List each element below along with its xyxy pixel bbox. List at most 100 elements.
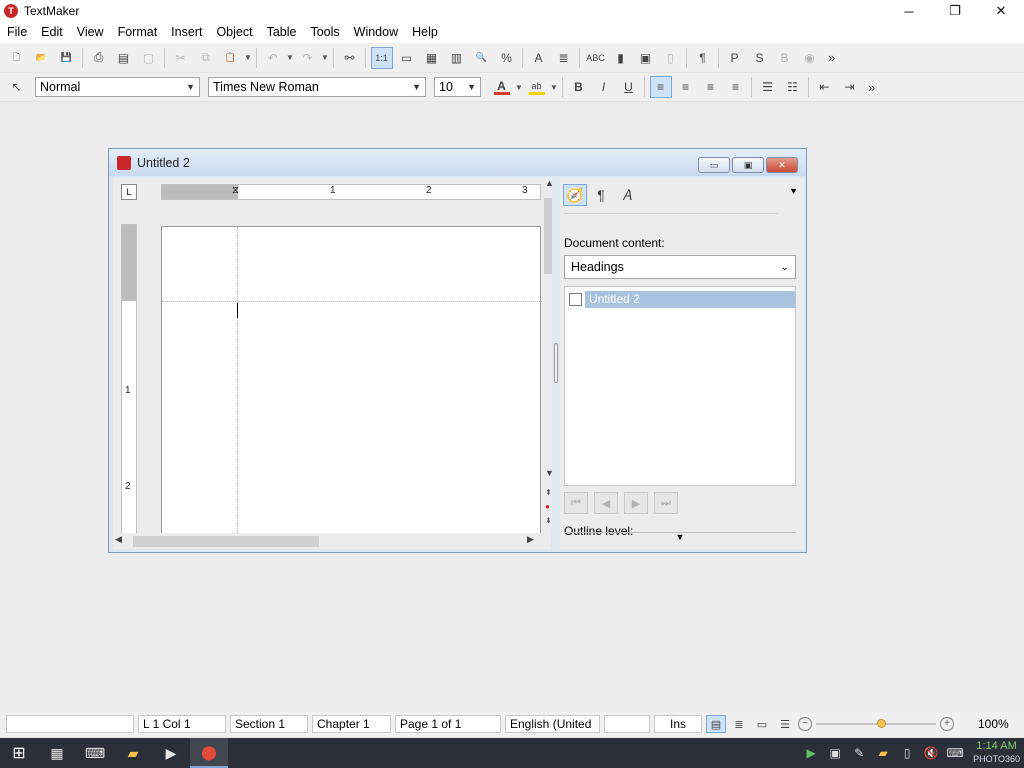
menu-file[interactable]: File bbox=[0, 22, 34, 43]
pen-tray-icon[interactable]: ✎ bbox=[847, 746, 871, 760]
export-pdf-icon[interactable]: ▤ bbox=[113, 47, 135, 69]
horizontal-ruler[interactable]: 1 2 3 ⧖ bbox=[161, 184, 541, 200]
view-frame-icon[interactable]: ▭ bbox=[396, 47, 418, 69]
document-maximize-button[interactable]: ▣ bbox=[732, 157, 764, 173]
font-color-dropdown-icon[interactable]: ▼ bbox=[514, 83, 524, 92]
document-content-tree[interactable]: Untitled 2 bbox=[564, 286, 796, 486]
keyboard-icon[interactable]: ⌨ bbox=[76, 738, 114, 768]
view-outline-icon[interactable]: ☰ bbox=[775, 715, 795, 733]
increase-indent-icon[interactable]: ⇥ bbox=[839, 76, 861, 98]
menu-object[interactable]: Object bbox=[209, 22, 259, 43]
taskbar-app-icon[interactable]: ▦ bbox=[38, 738, 76, 768]
browse-object-icon[interactable]: ● bbox=[545, 502, 550, 511]
sidebar-menu-icon[interactable]: ▼ bbox=[789, 186, 798, 196]
windows-start-icon[interactable]: ⊞ bbox=[0, 738, 38, 768]
spellcheck-icon[interactable]: ABC bbox=[585, 47, 607, 69]
volume-muted-icon[interactable]: 🔇 bbox=[919, 746, 943, 760]
status-language[interactable]: English (United bbox=[505, 715, 600, 733]
vertical-ruler[interactable]: 1 2 bbox=[121, 224, 137, 534]
keyboard-tray-icon[interactable]: ⌨ bbox=[943, 746, 967, 760]
undo-dropdown-icon[interactable]: ▼ bbox=[285, 53, 295, 62]
align-justify-icon[interactable]: ≡ bbox=[725, 76, 747, 98]
last-heading-icon[interactable]: ⏭ bbox=[654, 492, 678, 514]
highlight-color-icon[interactable]: ab bbox=[526, 76, 548, 98]
redo-dropdown-icon[interactable]: ▼ bbox=[320, 53, 330, 62]
navigator-compass-icon[interactable]: 🧭 bbox=[563, 184, 587, 206]
bullet-list-icon[interactable]: ☰ bbox=[757, 76, 779, 98]
status-section[interactable]: Section 1 bbox=[230, 715, 308, 733]
next-page-icon[interactable]: ⇟ bbox=[545, 516, 552, 525]
horizontal-scrollbar[interactable]: ◀ ▶ bbox=[113, 533, 543, 549]
indent-marker-icon[interactable]: ⧖ bbox=[232, 185, 239, 196]
view-page-icon[interactable]: ▭ bbox=[752, 715, 772, 733]
maximize-button[interactable]: ❐ bbox=[932, 0, 978, 22]
menu-help[interactable]: Help bbox=[405, 22, 445, 43]
view-table-icon[interactable]: ▦ bbox=[421, 47, 443, 69]
status-chapter[interactable]: Chapter 1 bbox=[312, 715, 391, 733]
toolbar-overflow-icon[interactable]: » bbox=[828, 50, 835, 65]
print-preview-icon[interactable]: ▢ bbox=[138, 47, 160, 69]
zoom-slider[interactable] bbox=[816, 715, 936, 733]
menu-view[interactable]: View bbox=[70, 22, 111, 43]
print-icon[interactable]: ⎙ bbox=[88, 47, 110, 69]
view-full-page-icon[interactable]: 1:1 bbox=[370, 46, 393, 69]
master-page-icon[interactable]: ▯ bbox=[660, 47, 682, 69]
status-insert-mode[interactable]: Ins bbox=[654, 715, 702, 733]
spreadsheet-icon[interactable]: S bbox=[749, 47, 771, 69]
paste-icon[interactable]: 📋 bbox=[220, 47, 242, 69]
play-tray-icon[interactable]: ▶ bbox=[799, 746, 823, 760]
font-color-icon[interactable]: A bbox=[491, 76, 513, 98]
taskbar-clock[interactable]: 1:14 AM PHOTO360 bbox=[973, 740, 1020, 766]
text-frame-icon[interactable]: A bbox=[528, 47, 550, 69]
media-player-icon[interactable]: ▶ bbox=[152, 738, 190, 768]
textmaker-taskbar-icon[interactable]: ⬤ bbox=[190, 738, 228, 768]
align-right-icon[interactable]: ≡ bbox=[700, 76, 722, 98]
toolbar-overflow-icon[interactable]: » bbox=[868, 80, 875, 95]
file-explorer-icon[interactable]: ▰ bbox=[114, 738, 152, 768]
splitter-grip[interactable] bbox=[554, 343, 558, 383]
find-binoculars-icon[interactable]: ⚯ bbox=[339, 47, 361, 69]
menu-window[interactable]: Window bbox=[347, 22, 405, 43]
document-minimize-button[interactable]: ▭ bbox=[698, 157, 730, 173]
undo-icon[interactable]: ↶ bbox=[262, 47, 284, 69]
font-family-select[interactable]: Times New Roman ▼ bbox=[208, 77, 426, 97]
previous-page-icon[interactable]: ⇞ bbox=[545, 488, 552, 497]
menu-insert[interactable]: Insert bbox=[164, 22, 209, 43]
align-left-icon[interactable]: ≡ bbox=[649, 76, 672, 98]
menu-table[interactable]: Table bbox=[260, 22, 304, 43]
view-columns-icon[interactable]: ▥ bbox=[446, 47, 468, 69]
presentations-icon[interactable]: P bbox=[724, 47, 746, 69]
objects-icon[interactable]: ▣ bbox=[635, 47, 657, 69]
status-position[interactable]: L 1 Col 1 bbox=[138, 715, 226, 733]
redo-icon[interactable]: ↷ bbox=[297, 47, 319, 69]
menu-tools[interactable]: Tools bbox=[303, 22, 346, 43]
numbered-list-icon[interactable]: ☷ bbox=[782, 76, 804, 98]
previous-heading-icon[interactable]: ◀ bbox=[594, 492, 618, 514]
folder-tray-icon[interactable]: ▰ bbox=[871, 746, 895, 760]
zoom-out-icon[interactable]: − bbox=[798, 717, 812, 731]
paragraph-styles-icon[interactable]: ¶ bbox=[589, 184, 613, 206]
sidebar-splitter[interactable] bbox=[552, 178, 560, 549]
open-folder-icon[interactable]: 📂 bbox=[31, 47, 53, 69]
save-icon[interactable]: 💾 bbox=[56, 47, 78, 69]
zoom-percent[interactable]: 100% bbox=[978, 717, 1009, 731]
scroll-thumb[interactable] bbox=[133, 536, 319, 547]
character-styles-icon[interactable]: 𝐴 bbox=[615, 184, 639, 206]
document-content-select[interactable]: Headings ⌄ bbox=[564, 255, 796, 279]
scroll-left-icon[interactable]: ◀ bbox=[115, 534, 122, 545]
highlight-dropdown-icon[interactable]: ▼ bbox=[549, 83, 559, 92]
italic-icon[interactable]: I bbox=[593, 76, 615, 98]
paste-dropdown-icon[interactable]: ▼ bbox=[243, 53, 253, 62]
view-continuous-icon[interactable]: ≣ bbox=[729, 715, 749, 733]
zoom-knob[interactable] bbox=[877, 719, 886, 728]
zoom-percent-icon[interactable]: % bbox=[496, 47, 518, 69]
first-heading-icon[interactable]: ⏮ bbox=[564, 492, 588, 514]
next-heading-icon[interactable]: ▶ bbox=[624, 492, 648, 514]
pilcrow-icon[interactable]: ¶ bbox=[692, 47, 714, 69]
align-center-icon[interactable]: ≡ bbox=[675, 76, 697, 98]
document-close-button[interactable]: ✕ bbox=[766, 157, 798, 173]
paragraph-style-select[interactable]: Normal ▼ bbox=[35, 77, 200, 97]
planmaker-icon[interactable]: ◉ bbox=[799, 47, 821, 69]
menu-format[interactable]: Format bbox=[111, 22, 165, 43]
object-select-arrow-icon[interactable]: ↖ bbox=[6, 76, 28, 98]
